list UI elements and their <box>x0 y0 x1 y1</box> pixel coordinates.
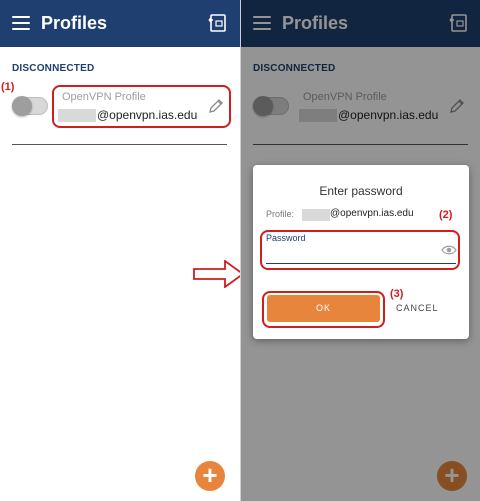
app-bar: Profiles <box>0 0 240 47</box>
profile-divider <box>12 144 227 145</box>
connection-status-label: DISCONNECTED <box>12 63 95 74</box>
import-profile-icon[interactable] <box>208 13 228 33</box>
step-3-label: (3) <box>390 288 404 300</box>
profile-highlight-box <box>52 85 231 128</box>
cancel-button[interactable]: CANCEL <box>396 303 439 313</box>
dialog-profile-label: Profile: <box>266 209 295 219</box>
arrow-icon <box>193 260 245 288</box>
app-title: Profiles <box>41 13 108 33</box>
step-2-label: (2) <box>439 209 453 221</box>
step-1-label: (1) <box>1 81 15 93</box>
connection-toggle[interactable] <box>12 96 48 116</box>
menu-icon[interactable] <box>12 16 30 30</box>
ok-highlight-box <box>262 291 385 328</box>
redacted-username <box>302 209 330 221</box>
profiles-screen-before: Profiles DISCONNECTED OpenVPN Profile @o… <box>0 0 240 501</box>
password-highlight-box <box>260 230 460 270</box>
add-profile-button[interactable]: + <box>195 461 225 491</box>
dialog-title: Enter password <box>319 184 403 198</box>
toggle-knob <box>12 96 32 116</box>
dialog-profile-server: @openvpn.ias.edu <box>330 208 414 219</box>
profiles-screen-with-dialog: Profiles DISCONNECTED OpenVPN Profile @o… <box>240 0 480 501</box>
